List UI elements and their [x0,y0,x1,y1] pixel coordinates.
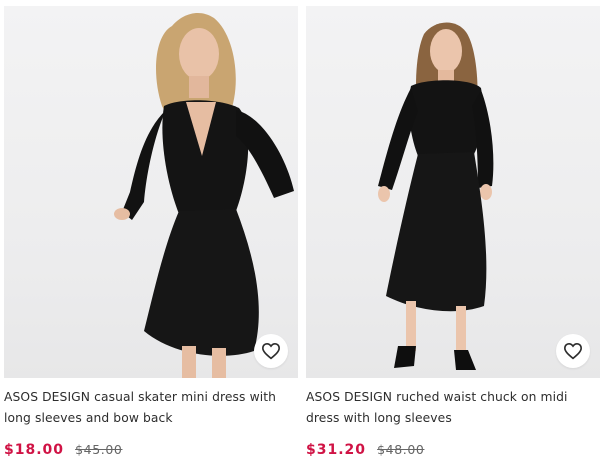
product-card[interactable]: ASOS DESIGN ruched waist chuck on midi d… [306,6,600,459]
save-for-later-button[interactable] [254,334,288,368]
price-row: $31.20 $48.00 [306,439,600,459]
original-price: $45.00 [75,442,123,457]
save-for-later-button[interactable] [556,334,590,368]
product-title[interactable]: ASOS DESIGN ruched waist chuck on midi d… [306,387,600,429]
model-photo [114,12,294,378]
heart-icon [261,342,281,360]
original-price: $48.00 [377,442,425,457]
price-row: $18.00 $45.00 [4,439,298,459]
sale-price: $31.20 [306,442,367,458]
product-image[interactable] [4,6,298,378]
model-photo [378,22,494,370]
product-card[interactable]: ASOS DESIGN casual skater mini dress wit… [4,6,298,459]
product-title[interactable]: ASOS DESIGN casual skater mini dress wit… [4,387,298,429]
product-image[interactable] [306,6,600,378]
product-grid: ASOS DESIGN casual skater mini dress wit… [0,0,602,460]
heart-icon [563,342,583,360]
sale-price: $18.00 [4,442,65,458]
